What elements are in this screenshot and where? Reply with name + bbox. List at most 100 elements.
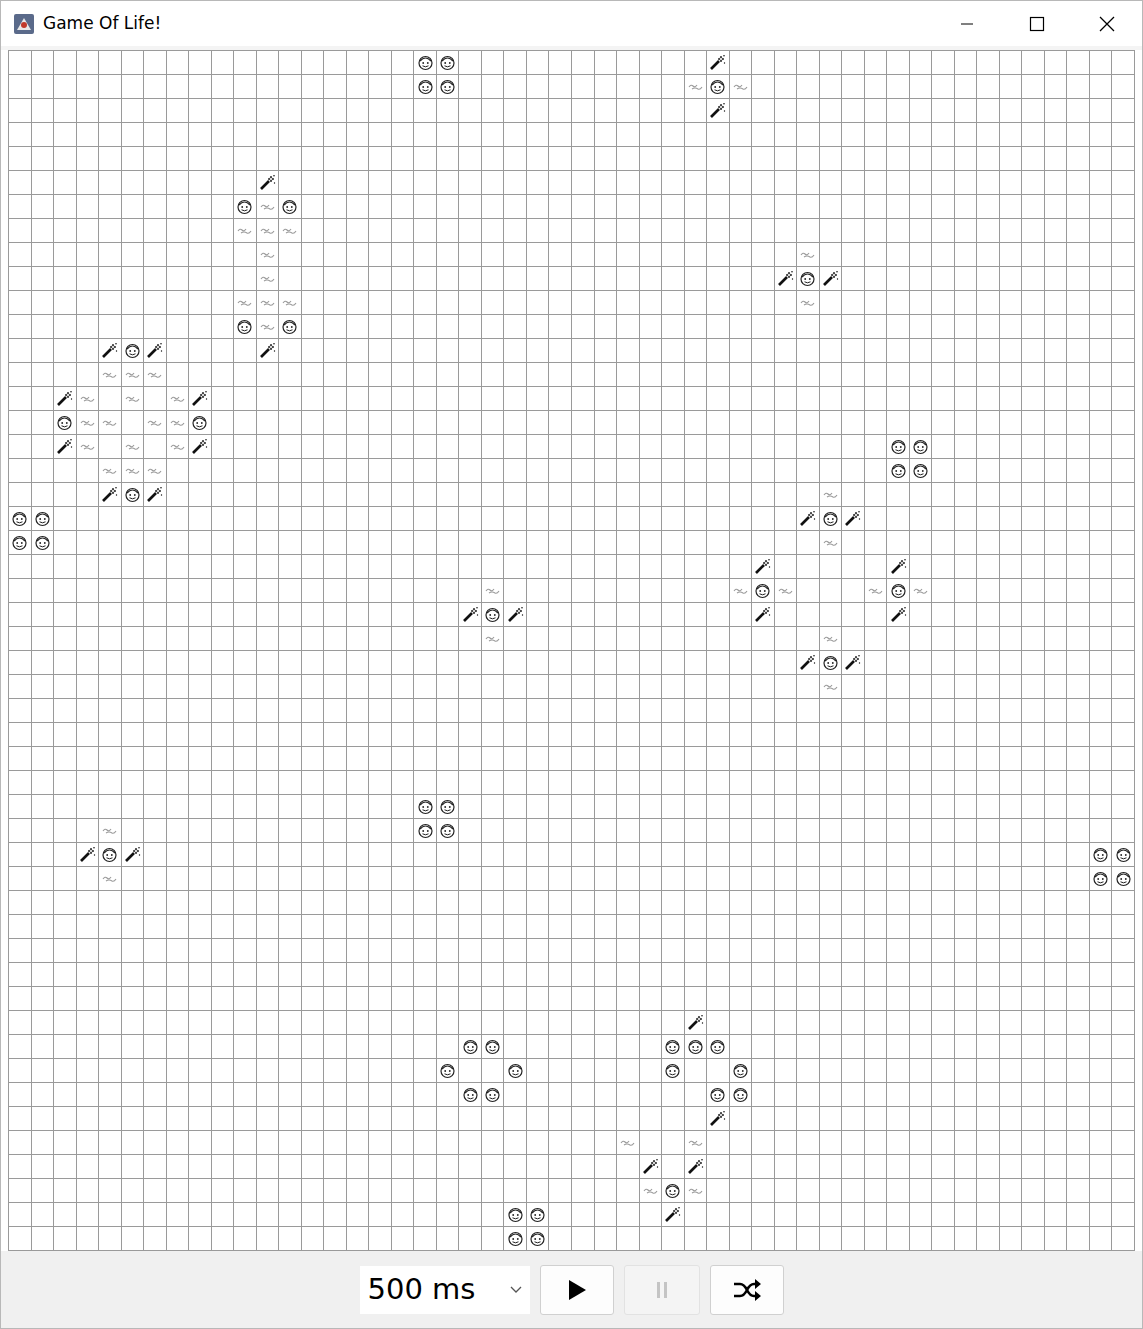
grid-cell[interactable] xyxy=(1022,459,1045,483)
grid-cell[interactable] xyxy=(504,843,527,867)
grid-cell[interactable] xyxy=(504,99,527,123)
grid-cell[interactable] xyxy=(324,51,347,75)
grid-cell[interactable] xyxy=(1000,435,1023,459)
grid-cell[interactable] xyxy=(730,291,753,315)
grid-cell[interactable] xyxy=(9,267,32,291)
grid-cell[interactable] xyxy=(887,555,910,579)
grid-cell[interactable] xyxy=(820,291,843,315)
grid-cell[interactable] xyxy=(1000,795,1023,819)
grid-cell[interactable] xyxy=(707,699,730,723)
grid-cell[interactable] xyxy=(1112,219,1135,243)
grid-cell[interactable] xyxy=(730,195,753,219)
grid-cell[interactable] xyxy=(257,435,280,459)
grid-cell[interactable] xyxy=(1090,315,1113,339)
grid-cell[interactable] xyxy=(797,579,820,603)
grid-cell[interactable] xyxy=(324,435,347,459)
grid-cell[interactable] xyxy=(820,507,843,531)
grid-cell[interactable] xyxy=(977,147,1000,171)
grid-cell[interactable] xyxy=(189,411,212,435)
grid-cell[interactable] xyxy=(54,699,77,723)
grid-cell[interactable] xyxy=(212,435,235,459)
grid-cell[interactable] xyxy=(302,315,325,339)
grid-cell[interactable] xyxy=(549,387,572,411)
grid-cell[interactable] xyxy=(279,699,302,723)
grid-cell[interactable] xyxy=(1090,99,1113,123)
grid-cell[interactable] xyxy=(257,627,280,651)
grid-cell[interactable] xyxy=(347,579,370,603)
grid-cell[interactable] xyxy=(504,747,527,771)
grid-cell[interactable] xyxy=(775,747,798,771)
grid-cell[interactable] xyxy=(752,219,775,243)
grid-cell[interactable] xyxy=(1090,915,1113,939)
grid-cell[interactable] xyxy=(459,171,482,195)
grid-cell[interactable] xyxy=(414,147,437,171)
grid-cell[interactable] xyxy=(730,387,753,411)
grid-cell[interactable] xyxy=(910,243,933,267)
grid-cell[interactable] xyxy=(77,267,100,291)
grid-cell[interactable] xyxy=(572,363,595,387)
grid-cell[interactable] xyxy=(617,699,640,723)
grid-cell[interactable] xyxy=(504,651,527,675)
grid-cell[interactable] xyxy=(1022,651,1045,675)
grid-cell[interactable] xyxy=(662,819,685,843)
grid-cell[interactable] xyxy=(775,387,798,411)
grid-cell[interactable] xyxy=(392,411,415,435)
grid-cell[interactable] xyxy=(482,555,505,579)
grid-cell[interactable] xyxy=(977,387,1000,411)
grid-cell[interactable] xyxy=(144,147,167,171)
grid-cell[interactable] xyxy=(797,603,820,627)
grid-cell[interactable] xyxy=(437,507,460,531)
grid-cell[interactable] xyxy=(437,723,460,747)
grid-cell[interactable] xyxy=(910,75,933,99)
grid-cell[interactable] xyxy=(572,531,595,555)
grid-cell[interactable] xyxy=(820,363,843,387)
grid-cell[interactable] xyxy=(324,555,347,579)
grid-cell[interactable] xyxy=(144,771,167,795)
grid-cell[interactable] xyxy=(437,891,460,915)
grid-cell[interactable] xyxy=(730,483,753,507)
grid-cell[interactable] xyxy=(392,339,415,363)
grid-cell[interactable] xyxy=(189,483,212,507)
grid-cell[interactable] xyxy=(189,51,212,75)
grid-cell[interactable] xyxy=(820,699,843,723)
grid-cell[interactable] xyxy=(1022,315,1045,339)
grid-cell[interactable] xyxy=(369,75,392,99)
grid-cell[interactable] xyxy=(504,435,527,459)
grid-cell[interactable] xyxy=(504,219,527,243)
grid-cell[interactable] xyxy=(549,435,572,459)
grid-cell[interactable] xyxy=(1000,651,1023,675)
grid-cell[interactable] xyxy=(257,147,280,171)
grid-cell[interactable] xyxy=(1022,747,1045,771)
grid-cell[interactable] xyxy=(504,555,527,579)
grid-cell[interactable] xyxy=(887,411,910,435)
grid-cell[interactable] xyxy=(54,603,77,627)
grid-cell[interactable] xyxy=(1067,771,1090,795)
grid-cell[interactable] xyxy=(392,147,415,171)
grid-cell[interactable] xyxy=(212,867,235,891)
grid-cell[interactable] xyxy=(617,795,640,819)
grid-cell[interactable] xyxy=(1090,243,1113,267)
grid-cell[interactable] xyxy=(595,459,618,483)
grid-cell[interactable] xyxy=(122,171,145,195)
grid-cell[interactable] xyxy=(122,531,145,555)
grid-cell[interactable] xyxy=(504,315,527,339)
grid-cell[interactable] xyxy=(414,483,437,507)
grid-cell[interactable] xyxy=(775,51,798,75)
grid-cell[interactable] xyxy=(32,891,55,915)
grid-cell[interactable] xyxy=(99,771,122,795)
grid-cell[interactable] xyxy=(437,75,460,99)
grid-cell[interactable] xyxy=(1090,795,1113,819)
grid-cell[interactable] xyxy=(1090,75,1113,99)
grid-cell[interactable] xyxy=(617,555,640,579)
grid-cell[interactable] xyxy=(279,363,302,387)
grid-cell[interactable] xyxy=(212,171,235,195)
grid-cell[interactable] xyxy=(1000,675,1023,699)
grid-cell[interactable] xyxy=(482,51,505,75)
grid-cell[interactable] xyxy=(234,51,257,75)
grid-cell[interactable] xyxy=(437,219,460,243)
grid-cell[interactable] xyxy=(595,939,618,963)
grid-cell[interactable] xyxy=(955,123,978,147)
grid-cell[interactable] xyxy=(167,387,190,411)
grid-cell[interactable] xyxy=(369,339,392,363)
grid-cell[interactable] xyxy=(437,339,460,363)
